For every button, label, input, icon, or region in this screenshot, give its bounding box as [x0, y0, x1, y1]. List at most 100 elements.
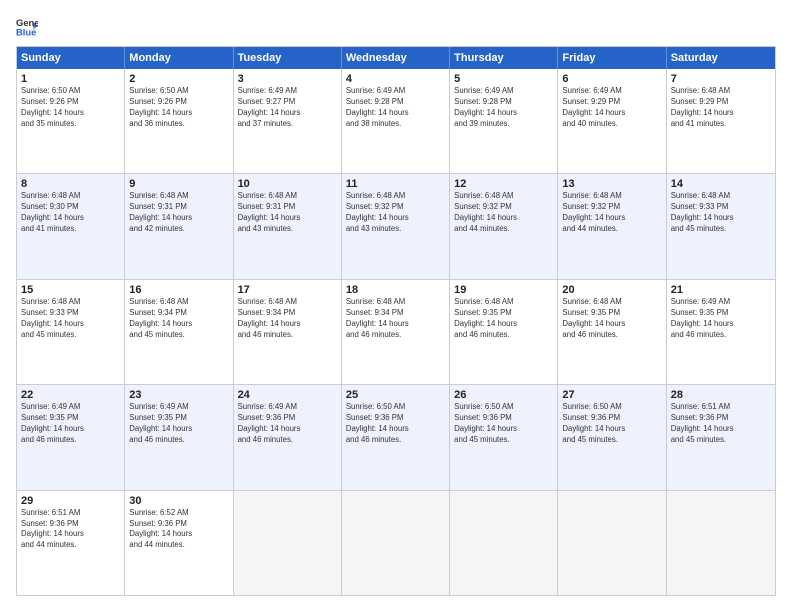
day-number: 1: [21, 73, 120, 85]
calendar-cell: 9Sunrise: 6:48 AM Sunset: 9:31 PM Daylig…: [125, 174, 233, 278]
day-number: 17: [238, 284, 337, 296]
logo: General Blue: [16, 16, 42, 38]
calendar-cell: 12Sunrise: 6:48 AM Sunset: 9:32 PM Dayli…: [450, 174, 558, 278]
calendar-cell: 8Sunrise: 6:48 AM Sunset: 9:30 PM Daylig…: [17, 174, 125, 278]
cell-info: Sunrise: 6:48 AM Sunset: 9:35 PM Dayligh…: [562, 297, 661, 341]
calendar-cell: 18Sunrise: 6:48 AM Sunset: 9:34 PM Dayli…: [342, 280, 450, 384]
calendar-cell: 26Sunrise: 6:50 AM Sunset: 9:36 PM Dayli…: [450, 385, 558, 489]
day-number: 26: [454, 389, 553, 401]
cell-info: Sunrise: 6:48 AM Sunset: 9:32 PM Dayligh…: [454, 191, 553, 235]
calendar-cell: 11Sunrise: 6:48 AM Sunset: 9:32 PM Dayli…: [342, 174, 450, 278]
day-header-friday: Friday: [558, 47, 666, 69]
cell-info: Sunrise: 6:48 AM Sunset: 9:34 PM Dayligh…: [238, 297, 337, 341]
calendar-cell: 10Sunrise: 6:48 AM Sunset: 9:31 PM Dayli…: [234, 174, 342, 278]
calendar-row-2: 15Sunrise: 6:48 AM Sunset: 9:33 PM Dayli…: [17, 280, 775, 385]
calendar-cell: 29Sunrise: 6:51 AM Sunset: 9:36 PM Dayli…: [17, 491, 125, 595]
cell-info: Sunrise: 6:50 AM Sunset: 9:36 PM Dayligh…: [454, 402, 553, 446]
day-number: 2: [129, 73, 228, 85]
day-header-tuesday: Tuesday: [234, 47, 342, 69]
day-number: 24: [238, 389, 337, 401]
day-header-saturday: Saturday: [667, 47, 775, 69]
cell-info: Sunrise: 6:48 AM Sunset: 9:30 PM Dayligh…: [21, 191, 120, 235]
day-number: 6: [562, 73, 661, 85]
cell-info: Sunrise: 6:49 AM Sunset: 9:29 PM Dayligh…: [562, 86, 661, 130]
day-number: 18: [346, 284, 445, 296]
cell-info: Sunrise: 6:50 AM Sunset: 9:36 PM Dayligh…: [562, 402, 661, 446]
day-number: 3: [238, 73, 337, 85]
cell-info: Sunrise: 6:48 AM Sunset: 9:32 PM Dayligh…: [346, 191, 445, 235]
cell-info: Sunrise: 6:48 AM Sunset: 9:34 PM Dayligh…: [346, 297, 445, 341]
day-number: 19: [454, 284, 553, 296]
day-number: 16: [129, 284, 228, 296]
calendar-cell: 25Sunrise: 6:50 AM Sunset: 9:36 PM Dayli…: [342, 385, 450, 489]
calendar-body: 1Sunrise: 6:50 AM Sunset: 9:26 PM Daylig…: [17, 69, 775, 595]
calendar-cell: 28Sunrise: 6:51 AM Sunset: 9:36 PM Dayli…: [667, 385, 775, 489]
cell-info: Sunrise: 6:48 AM Sunset: 9:31 PM Dayligh…: [129, 191, 228, 235]
day-number: 23: [129, 389, 228, 401]
cell-info: Sunrise: 6:50 AM Sunset: 9:36 PM Dayligh…: [346, 402, 445, 446]
cell-info: Sunrise: 6:49 AM Sunset: 9:35 PM Dayligh…: [21, 402, 120, 446]
cell-info: Sunrise: 6:49 AM Sunset: 9:28 PM Dayligh…: [454, 86, 553, 130]
cell-info: Sunrise: 6:49 AM Sunset: 9:35 PM Dayligh…: [671, 297, 771, 341]
cell-info: Sunrise: 6:50 AM Sunset: 9:26 PM Dayligh…: [21, 86, 120, 130]
day-number: 28: [671, 389, 771, 401]
day-number: 29: [21, 495, 120, 507]
calendar-row-1: 8Sunrise: 6:48 AM Sunset: 9:30 PM Daylig…: [17, 174, 775, 279]
calendar-cell: 30Sunrise: 6:52 AM Sunset: 9:36 PM Dayli…: [125, 491, 233, 595]
cell-info: Sunrise: 6:48 AM Sunset: 9:32 PM Dayligh…: [562, 191, 661, 235]
calendar-cell: 24Sunrise: 6:49 AM Sunset: 9:36 PM Dayli…: [234, 385, 342, 489]
cell-info: Sunrise: 6:48 AM Sunset: 9:33 PM Dayligh…: [21, 297, 120, 341]
header: General Blue: [16, 16, 776, 38]
calendar-cell: 22Sunrise: 6:49 AM Sunset: 9:35 PM Dayli…: [17, 385, 125, 489]
cell-info: Sunrise: 6:49 AM Sunset: 9:28 PM Dayligh…: [346, 86, 445, 130]
calendar-cell: 27Sunrise: 6:50 AM Sunset: 9:36 PM Dayli…: [558, 385, 666, 489]
calendar-cell: [667, 491, 775, 595]
calendar-cell: 17Sunrise: 6:48 AM Sunset: 9:34 PM Dayli…: [234, 280, 342, 384]
day-number: 11: [346, 178, 445, 190]
day-number: 25: [346, 389, 445, 401]
calendar-cell: 6Sunrise: 6:49 AM Sunset: 9:29 PM Daylig…: [558, 69, 666, 173]
day-number: 20: [562, 284, 661, 296]
calendar-cell: 4Sunrise: 6:49 AM Sunset: 9:28 PM Daylig…: [342, 69, 450, 173]
calendar-cell: 19Sunrise: 6:48 AM Sunset: 9:35 PM Dayli…: [450, 280, 558, 384]
day-header-thursday: Thursday: [450, 47, 558, 69]
cell-info: Sunrise: 6:48 AM Sunset: 9:33 PM Dayligh…: [671, 191, 771, 235]
day-number: 9: [129, 178, 228, 190]
calendar-cell: [450, 491, 558, 595]
calendar-cell: [342, 491, 450, 595]
calendar-cell: 14Sunrise: 6:48 AM Sunset: 9:33 PM Dayli…: [667, 174, 775, 278]
cell-info: Sunrise: 6:48 AM Sunset: 9:31 PM Dayligh…: [238, 191, 337, 235]
calendar-cell: 2Sunrise: 6:50 AM Sunset: 9:26 PM Daylig…: [125, 69, 233, 173]
calendar-cell: 1Sunrise: 6:50 AM Sunset: 9:26 PM Daylig…: [17, 69, 125, 173]
calendar-header: SundayMondayTuesdayWednesdayThursdayFrid…: [17, 47, 775, 69]
logo-icon: General Blue: [16, 16, 38, 38]
calendar: SundayMondayTuesdayWednesdayThursdayFrid…: [16, 46, 776, 596]
cell-info: Sunrise: 6:50 AM Sunset: 9:26 PM Dayligh…: [129, 86, 228, 130]
day-number: 22: [21, 389, 120, 401]
day-number: 27: [562, 389, 661, 401]
cell-info: Sunrise: 6:48 AM Sunset: 9:35 PM Dayligh…: [454, 297, 553, 341]
day-header-monday: Monday: [125, 47, 233, 69]
cell-info: Sunrise: 6:48 AM Sunset: 9:34 PM Dayligh…: [129, 297, 228, 341]
calendar-cell: 3Sunrise: 6:49 AM Sunset: 9:27 PM Daylig…: [234, 69, 342, 173]
calendar-cell: 7Sunrise: 6:48 AM Sunset: 9:29 PM Daylig…: [667, 69, 775, 173]
day-number: 8: [21, 178, 120, 190]
day-header-wednesday: Wednesday: [342, 47, 450, 69]
calendar-row-0: 1Sunrise: 6:50 AM Sunset: 9:26 PM Daylig…: [17, 69, 775, 174]
cell-info: Sunrise: 6:49 AM Sunset: 9:35 PM Dayligh…: [129, 402, 228, 446]
calendar-cell: 23Sunrise: 6:49 AM Sunset: 9:35 PM Dayli…: [125, 385, 233, 489]
calendar-cell: [558, 491, 666, 595]
day-number: 10: [238, 178, 337, 190]
calendar-cell: [234, 491, 342, 595]
calendar-row-4: 29Sunrise: 6:51 AM Sunset: 9:36 PM Dayli…: [17, 491, 775, 595]
day-number: 14: [671, 178, 771, 190]
page: General Blue SundayMondayTuesdayWednesda…: [0, 0, 792, 612]
day-number: 12: [454, 178, 553, 190]
day-number: 7: [671, 73, 771, 85]
calendar-cell: 15Sunrise: 6:48 AM Sunset: 9:33 PM Dayli…: [17, 280, 125, 384]
day-number: 15: [21, 284, 120, 296]
cell-info: Sunrise: 6:51 AM Sunset: 9:36 PM Dayligh…: [21, 508, 120, 552]
day-number: 30: [129, 495, 228, 507]
cell-info: Sunrise: 6:51 AM Sunset: 9:36 PM Dayligh…: [671, 402, 771, 446]
cell-info: Sunrise: 6:52 AM Sunset: 9:36 PM Dayligh…: [129, 508, 228, 552]
